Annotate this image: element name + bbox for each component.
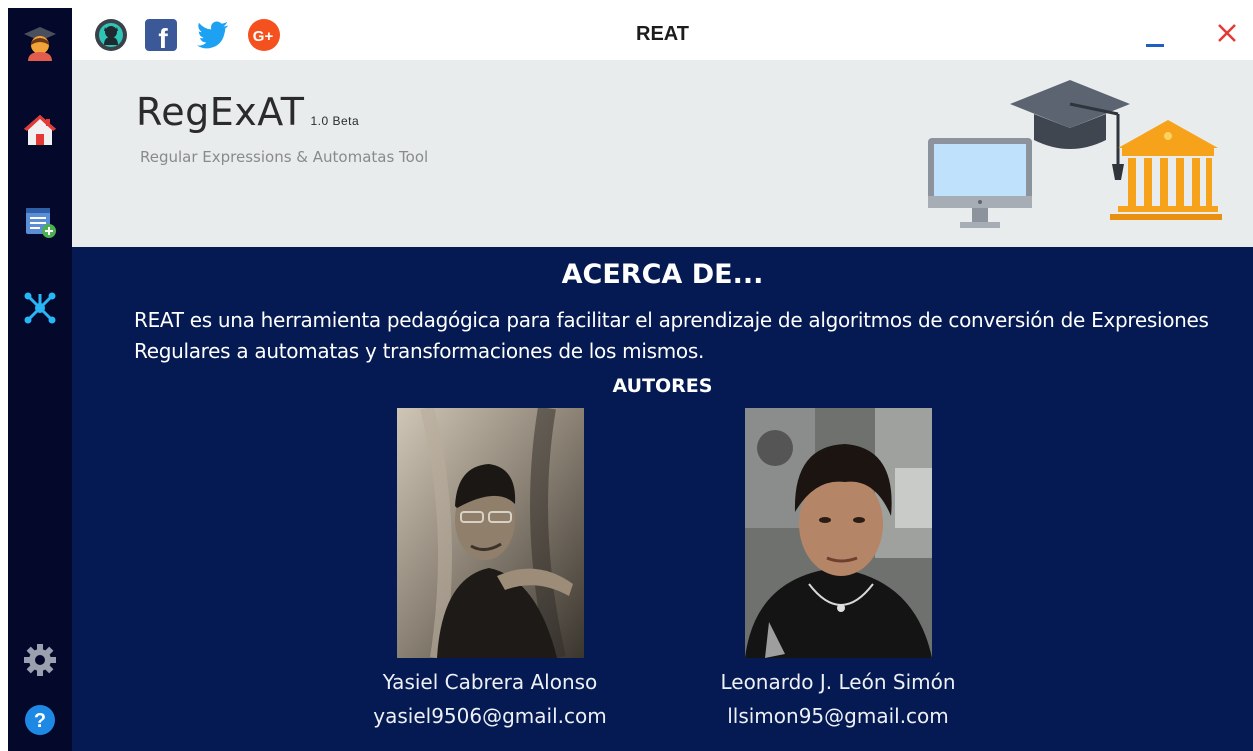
author-card: Yasiel Cabrera Alonso yasiel9506@gmail.c… [370, 408, 610, 728]
add-list-icon[interactable] [18, 200, 62, 244]
minimize-button[interactable] [1138, 18, 1172, 52]
app-name-text: RegExAT [136, 90, 305, 134]
help-icon[interactable]: ? [18, 698, 62, 742]
app-subtitle: Regular Expressions & Automatas Tool [140, 148, 429, 166]
title-bar: f G+ REAT [72, 8, 1253, 60]
education-illustration-icon [928, 80, 1222, 228]
author-photo [396, 408, 584, 658]
twitter-icon[interactable] [196, 18, 230, 52]
svg-text:G+: G+ [253, 28, 274, 45]
svg-text:f: f [158, 23, 168, 52]
author-name: Leonardo J. León Simón [720, 670, 956, 694]
about-title: ACERCA DE... [561, 259, 764, 290]
author-card: Leonardo J. León Simón llsimon95@gmail.c… [718, 408, 958, 728]
author-email: llsimon95@gmail.com [727, 704, 949, 728]
authors-title: AUTORES [612, 375, 713, 397]
app-window: ? f G+ REAT RegExAT 1.0 Beta Regular Exp… [0, 0, 1253, 751]
about-description: REAT es una herramienta pedagógica para … [134, 308, 1209, 363]
author-name: Yasiel Cabrera Alonso [382, 670, 598, 694]
github-icon[interactable] [94, 18, 128, 52]
author-email: yasiel9506@gmail.com [373, 704, 607, 728]
header-banner: RegExAT 1.0 Beta Regular Expressions & Au… [72, 60, 1253, 247]
facebook-icon[interactable]: f [144, 18, 178, 52]
svg-text:?: ? [34, 710, 46, 732]
gear-icon[interactable] [18, 638, 62, 682]
sidebar: ? [8, 8, 72, 751]
app-name: RegExAT 1.0 Beta [136, 90, 359, 134]
google-plus-icon[interactable]: G+ [247, 18, 281, 52]
network-icon[interactable] [18, 286, 62, 330]
home-icon[interactable] [18, 108, 62, 152]
author-photo [744, 408, 932, 658]
graduate-avatar-icon[interactable] [18, 22, 62, 66]
close-button[interactable] [1210, 18, 1244, 52]
about-panel: ACERCA DE... REAT es una herramienta ped… [72, 247, 1253, 751]
app-version: 1.0 Beta [310, 114, 360, 128]
